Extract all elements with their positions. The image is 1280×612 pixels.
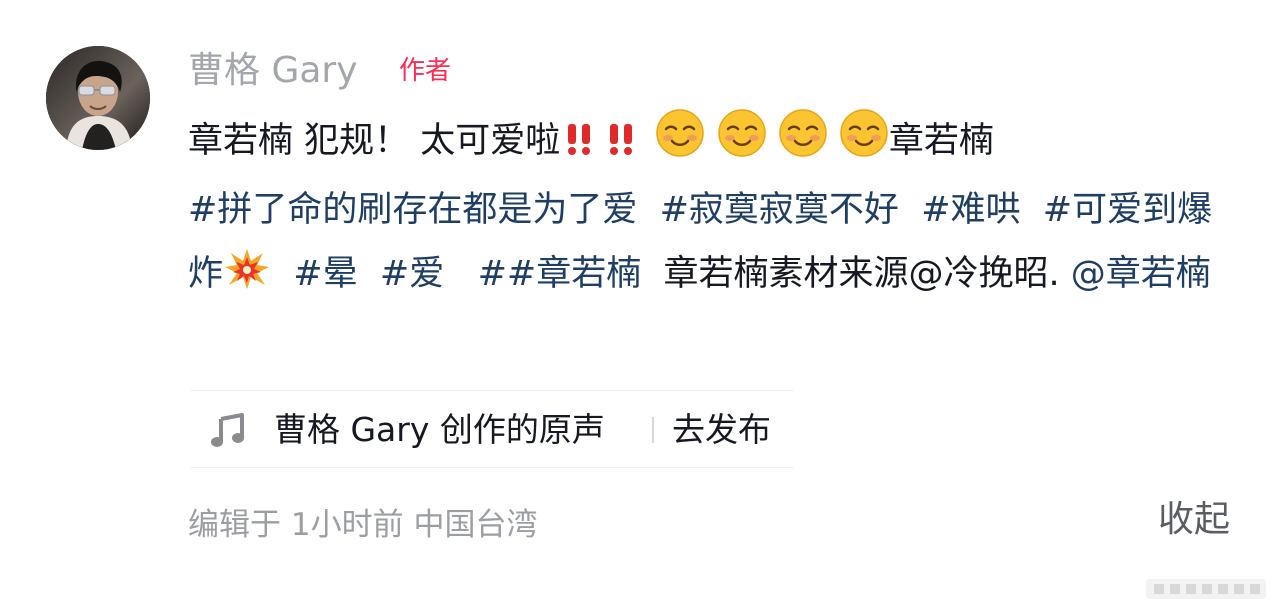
comment-meta: 编辑于 1小时前 中国台湾 bbox=[188, 503, 537, 547]
comment-text: 章若楠 犯规！ 太可爱啦 bbox=[188, 121, 561, 161]
original-sound-card[interactable]: 曹格 Gary 创作的原声 去发布 bbox=[190, 390, 794, 468]
author-name[interactable]: 曹格 Gary bbox=[188, 46, 358, 96]
smiling-blush-emoji bbox=[655, 108, 705, 179]
sound-name[interactable]: 曹格 Gary 创作的原声 bbox=[274, 407, 605, 453]
hashtag-link[interactable]: #爱 bbox=[380, 254, 444, 294]
hashtag-link[interactable]: #难哄 bbox=[921, 190, 1020, 230]
hashtag-link[interactable]: #寂寞寂寞不好 bbox=[660, 190, 899, 230]
comment-body: 章若楠 犯规！ 太可爱啦 章若楠 #拼了命的刷存在都是为了爱 #寂寞寂寞不好 #… bbox=[188, 108, 1228, 312]
divider bbox=[652, 417, 654, 443]
hashtag-link[interactable]: #拼了命的刷存在都是为了爱 bbox=[188, 190, 637, 230]
double-exclamation-icon bbox=[598, 116, 644, 179]
timestamp: 1小时前 bbox=[290, 507, 404, 543]
smiling-blush-emoji bbox=[778, 108, 828, 179]
smiling-blush-emoji bbox=[839, 108, 889, 179]
mention-link[interactable]: @章若楠 bbox=[1071, 254, 1211, 294]
edited-label: 编辑于 bbox=[188, 507, 281, 543]
double-exclamation-icon bbox=[560, 116, 598, 179]
watermark-logo bbox=[1146, 579, 1266, 599]
avatar-portrait bbox=[46, 46, 150, 150]
location: 中国台湾 bbox=[413, 507, 538, 543]
comment-text: 章若楠素材来源@冷挽昭. bbox=[663, 253, 1060, 294]
music-note-icon bbox=[211, 413, 244, 447]
hashtag-link[interactable]: #晕 bbox=[293, 254, 357, 294]
author-badge: 作者 bbox=[399, 56, 452, 86]
avatar[interactable] bbox=[46, 46, 150, 150]
comment-text: 章若楠 bbox=[888, 121, 994, 161]
hashtag-link[interactable]: ##章若楠 bbox=[478, 254, 642, 294]
collapse-button[interactable]: 收起 bbox=[1158, 496, 1230, 544]
smiling-blush-emoji bbox=[717, 108, 767, 179]
collision-emoji bbox=[223, 247, 271, 312]
publish-button[interactable]: 去发布 bbox=[672, 407, 771, 453]
